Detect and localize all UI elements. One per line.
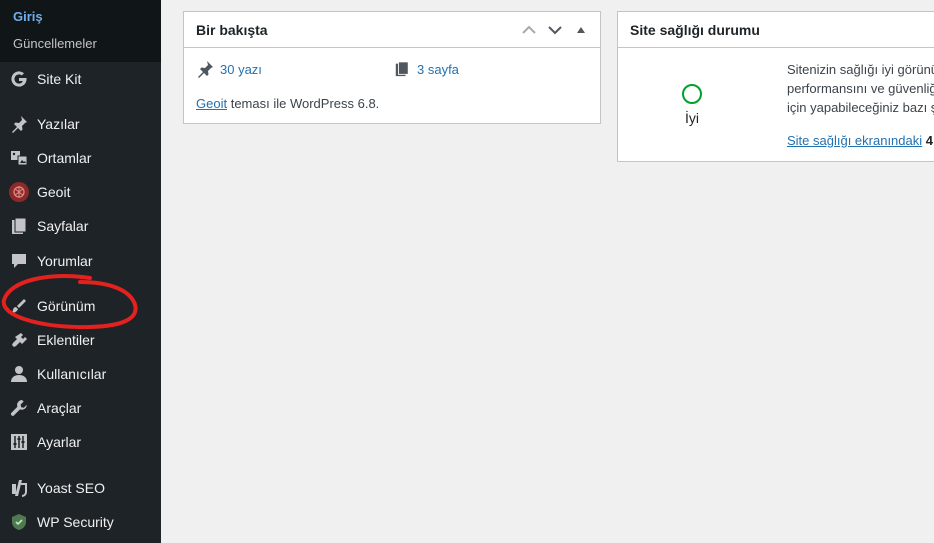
site-health-panel: Site sağlığı durumu İyi Sitenizin sağlığ… [617, 11, 934, 162]
sidebar-item-yoast-seo[interactable]: Yoast SEO [0, 471, 161, 505]
sidebar-item-appearance[interactable]: Görünüm [0, 289, 161, 323]
comment-icon [9, 251, 29, 271]
sidebar-item-label: Site Kit [37, 71, 82, 87]
dashboard-submenu: Giriş Güncellemeler [0, 0, 161, 62]
move-down-button[interactable] [542, 12, 568, 48]
sidebar-item-settings[interactable]: Ayarlar [0, 425, 161, 459]
sidebar-item-media[interactable]: Ortamlar [0, 141, 161, 175]
sidebar-item-wp-security[interactable]: WP Security [0, 505, 161, 539]
health-desc-line: performansını ve güvenliğ [787, 81, 934, 96]
chevron-up-icon [522, 25, 536, 34]
plugin-icon [9, 330, 29, 350]
sidebar-item-label: Yoast SEO [37, 480, 105, 496]
paintbrush-icon [9, 296, 29, 316]
health-link-line: Site sağlığı ekranındaki 4 ö [787, 133, 934, 148]
theme-info-text: teması ile WordPress 6.8. [230, 96, 380, 111]
chevron-down-icon [548, 26, 562, 35]
submenu-item-updates[interactable]: Güncellemeler [0, 34, 161, 54]
health-description: Sitenizin sağlığı iyi görünü performansı… [787, 60, 934, 117]
settings-sliders-icon [9, 432, 29, 452]
sidebar-item-label: Görünüm [37, 298, 96, 314]
site-health-panel-header: Site sağlığı durumu [618, 12, 934, 48]
sidebar-item-tools[interactable]: Araçlar [0, 391, 161, 425]
sidebar-item-label: Geoit [37, 184, 71, 200]
sidebar-item-label: Eklentiler [37, 332, 95, 348]
panel-handle-actions [516, 12, 594, 48]
theme-info: Geoit teması ile WordPress 6.8. [196, 96, 379, 111]
sidebar-item-site-kit[interactable]: Site Kit [0, 62, 161, 96]
sidebar-item-label: Ortamlar [37, 150, 92, 166]
health-status-label: İyi [685, 110, 699, 126]
sidebar-item-comments[interactable]: Yorumlar [0, 244, 161, 278]
glance-panel: Bir bakışta 30 yazı 3 sayfa Geoit teması… [183, 11, 601, 124]
wrench-icon [9, 398, 29, 418]
pushpin-icon [196, 60, 214, 78]
glance-posts: 30 yazı [196, 60, 262, 78]
sidebar-item-label: WP Security [37, 514, 114, 530]
sidebar-item-label: Yazılar [37, 116, 80, 132]
sidebar-item-label: Yorumlar [37, 253, 93, 269]
toggle-panel-button[interactable] [568, 12, 594, 48]
pushpin-icon [9, 114, 29, 134]
health-status-circle [682, 84, 702, 104]
glance-pages: 3 sayfa [393, 60, 459, 78]
sidebar-item-label: Sayfalar [37, 218, 89, 234]
site-health-screen-link[interactable]: Site sağlığı ekranındaki [787, 133, 922, 148]
sidebar-item-geoit[interactable]: Geoit [0, 175, 161, 209]
move-up-button[interactable] [516, 12, 542, 48]
sidebar-item-pages[interactable]: Sayfalar [0, 209, 161, 243]
posts-count-link[interactable]: 30 yazı [220, 62, 262, 77]
pages-count-link[interactable]: 3 sayfa [417, 62, 459, 77]
sidebar-item-label: Kullanıcılar [37, 366, 107, 382]
health-desc-line: için yapabileceğiniz bazı ş [787, 100, 934, 115]
yoast-icon [9, 478, 29, 498]
health-items-count: 4 ö [925, 133, 934, 148]
admin-sidebar: Giriş Güncellemeler Site Kit Yazılar Ort… [0, 0, 161, 543]
theme-link[interactable]: Geoit [196, 96, 227, 111]
site-health-panel-title: Site sağlığı durumu [630, 21, 760, 38]
sidebar-item-label: Araçlar [37, 400, 82, 416]
pages-icon [9, 216, 29, 236]
glance-panel-title: Bir bakışta [196, 21, 268, 38]
shield-icon [9, 512, 29, 532]
google-g-icon [9, 69, 29, 89]
sidebar-item-plugins[interactable]: Eklentiler [0, 323, 161, 357]
triangle-up-icon [577, 27, 585, 33]
sidebar-item-label: Ayarlar [37, 434, 82, 450]
user-icon [9, 364, 29, 384]
glance-panel-header: Bir bakışta [184, 12, 600, 48]
sidebar-item-posts[interactable]: Yazılar [0, 107, 161, 141]
media-icon [9, 148, 29, 168]
health-desc-line: Sitenizin sağlığı iyi görünü [787, 62, 934, 77]
pages-icon [393, 60, 411, 78]
geoit-logo-icon [9, 182, 29, 202]
submenu-item-home[interactable]: Giriş [0, 7, 161, 27]
sidebar-item-users[interactable]: Kullanıcılar [0, 357, 161, 391]
